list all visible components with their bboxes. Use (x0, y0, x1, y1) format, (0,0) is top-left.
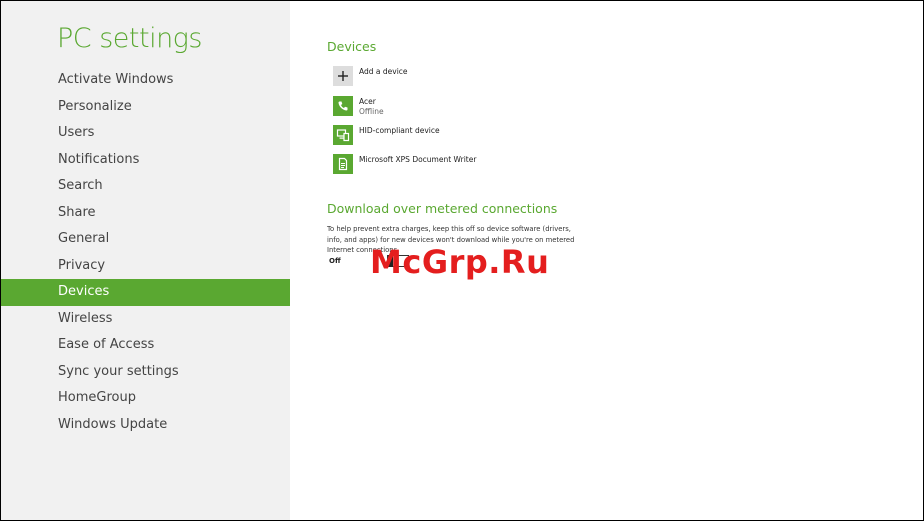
sidebar-item-privacy[interactable]: Privacy (1, 253, 290, 280)
sidebar-item-ease-of-access[interactable]: Ease of Access (1, 332, 290, 359)
sidebar: PC settings Activate Windows Personalize… (1, 1, 290, 520)
device-status: Offline (359, 107, 384, 116)
device-name: Acer (359, 97, 376, 106)
devices-panel: Devices Add a device Acer Offline HID-co… (327, 1, 923, 520)
phone-icon (333, 96, 353, 116)
printer-icon (333, 154, 353, 174)
add-device-label: Add a device (359, 67, 408, 76)
device-item-acer[interactable]: Acer Offline (333, 96, 384, 117)
page-title: PC settings (57, 23, 202, 54)
sidebar-item-activate-windows[interactable]: Activate Windows (1, 67, 290, 94)
sidebar-nav: Activate Windows Personalize Users Notif… (1, 67, 290, 438)
add-device-button[interactable]: Add a device (333, 66, 408, 86)
toggle-thumb[interactable] (388, 255, 393, 267)
device-name: HID-compliant device (359, 126, 440, 135)
devices-icon (333, 125, 353, 145)
device-item-xps-writer[interactable]: Microsoft XPS Document Writer (333, 154, 476, 174)
sidebar-item-search[interactable]: Search (1, 173, 290, 200)
sidebar-item-devices[interactable]: Devices (1, 279, 290, 306)
pc-settings-window: PC settings Activate Windows Personalize… (0, 0, 924, 521)
devices-section-title: Devices (327, 39, 377, 54)
sidebar-item-personalize[interactable]: Personalize (1, 94, 290, 121)
sidebar-item-homegroup[interactable]: HomeGroup (1, 385, 290, 412)
sidebar-item-wireless[interactable]: Wireless (1, 306, 290, 333)
sidebar-item-share[interactable]: Share (1, 200, 290, 227)
metered-toggle-state: Off (329, 257, 341, 265)
metered-toggle-switch[interactable] (387, 255, 409, 267)
metered-section-title: Download over metered connections (327, 201, 558, 216)
sidebar-item-windows-update[interactable]: Windows Update (1, 412, 290, 439)
device-item-hid-compliant[interactable]: HID-compliant device (333, 125, 440, 145)
sidebar-item-notifications[interactable]: Notifications (1, 147, 290, 174)
metered-description: To help prevent extra charges, keep this… (327, 225, 575, 254)
plus-icon (333, 66, 353, 86)
sidebar-item-general[interactable]: General (1, 226, 290, 253)
device-name: Microsoft XPS Document Writer (359, 155, 477, 164)
sidebar-item-users[interactable]: Users (1, 120, 290, 147)
sidebar-item-sync-your-settings[interactable]: Sync your settings (1, 359, 290, 386)
